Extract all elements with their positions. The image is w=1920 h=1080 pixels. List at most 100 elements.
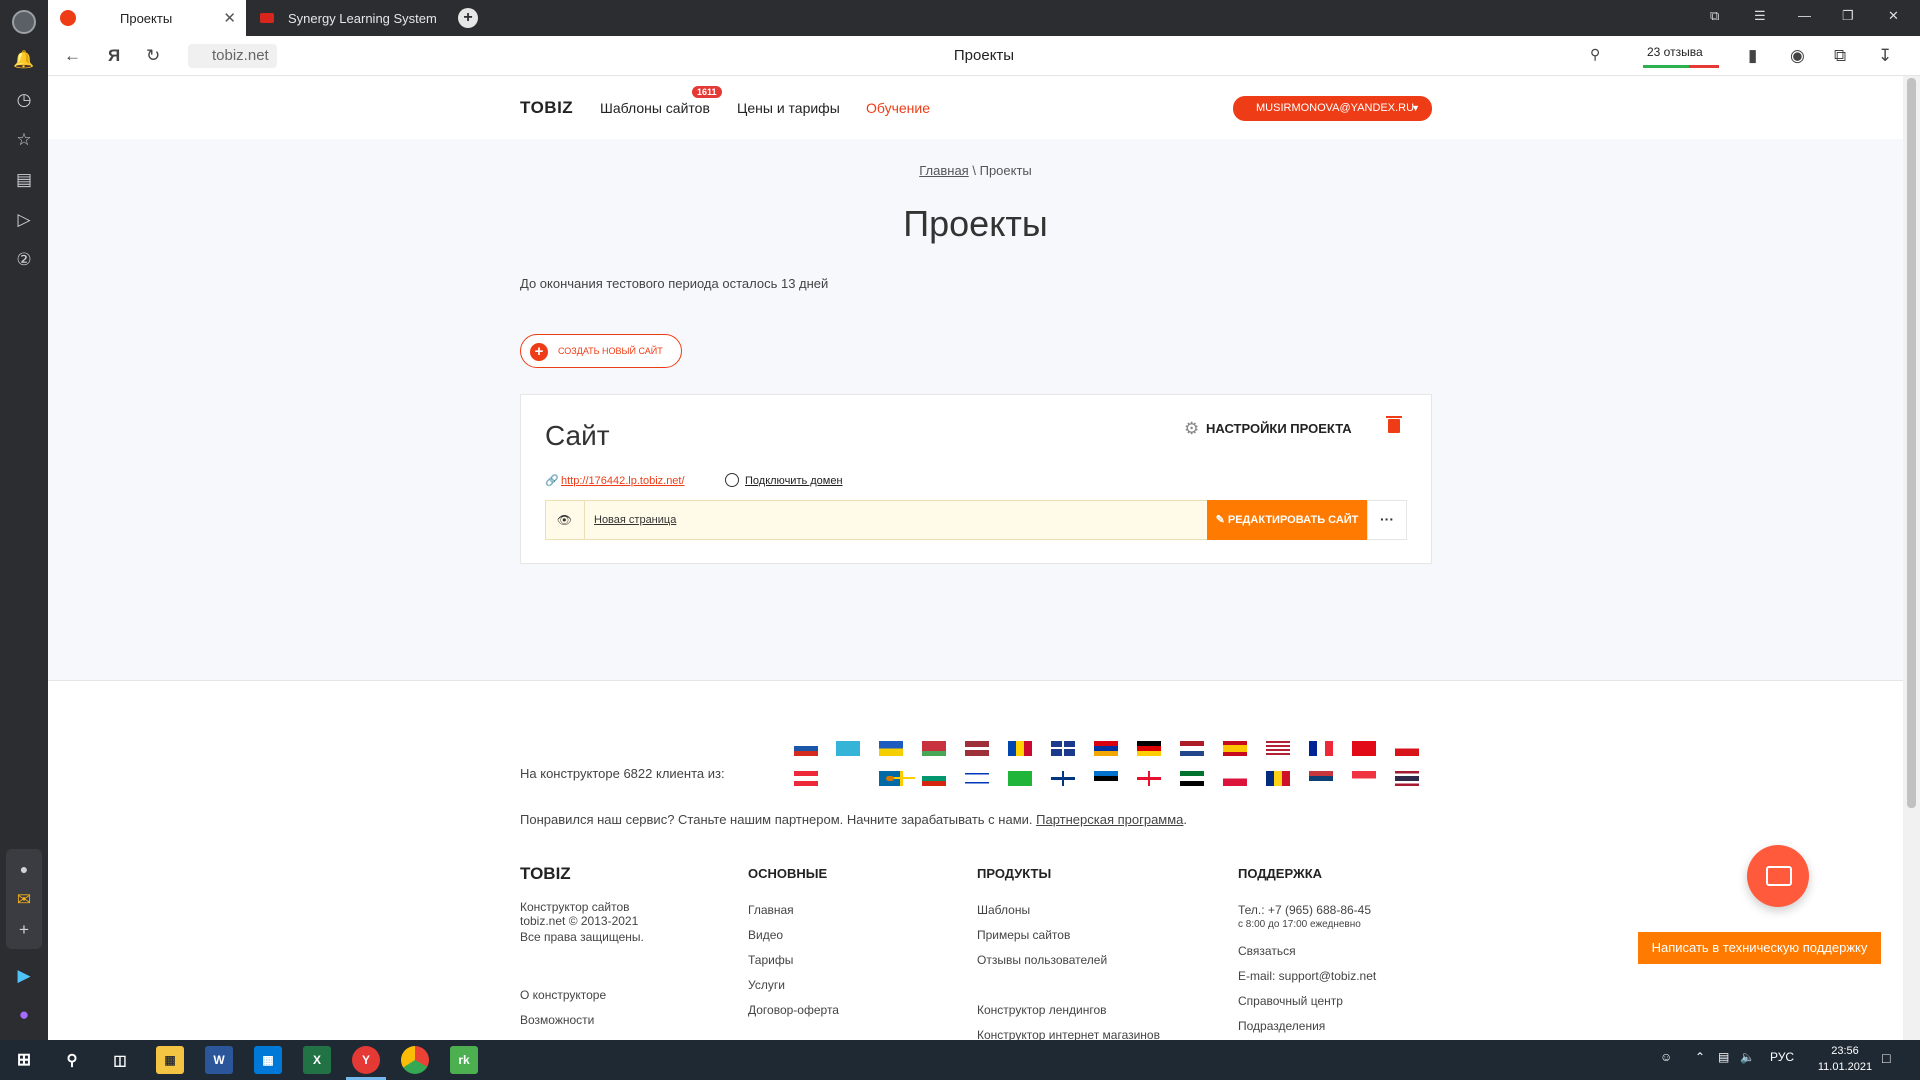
people-icon[interactable]: ☺ xyxy=(1660,1050,1672,1064)
footer-main-link[interactable]: Услуги xyxy=(748,978,785,992)
windows-start-icon[interactable]: ⊞ xyxy=(10,1046,38,1074)
reviews-badge[interactable]: 23 отзыва xyxy=(1643,44,1719,68)
volume-icon[interactable]: 🔈 xyxy=(1740,1050,1755,1064)
flag-armenia-icon xyxy=(1094,741,1118,756)
notifications-icon[interactable]: □ xyxy=(1882,1050,1890,1066)
add-app-icon[interactable]: + xyxy=(12,918,36,942)
footer-support-title: ПОДДЕРЖКА xyxy=(1238,866,1323,881)
browser-sidebar: 🔔 ◷ ☆ ▤ ▷ ② ● ✉ + ▶ ● xyxy=(0,0,48,1040)
flag-spain-icon xyxy=(1223,741,1247,756)
task-view-icon[interactable]: ◫ xyxy=(106,1046,134,1074)
counter-icon[interactable]: ② xyxy=(12,248,36,272)
bell-icon[interactable]: 🔔 xyxy=(12,48,36,72)
chrome-icon[interactable] xyxy=(401,1046,429,1074)
footer-email[interactable]: E-mail: support@tobiz.net xyxy=(1238,969,1376,983)
mail-icon[interactable]: ✉ xyxy=(12,888,36,912)
edit-site-button[interactable]: ✎ РЕДАКТИРОВАТЬ САЙТ xyxy=(1207,500,1367,540)
language-indicator[interactable]: РУС xyxy=(1770,1050,1794,1064)
user-menu-button[interactable]: MUSIRMONOVA@YANDEX.RU ▼ xyxy=(1233,96,1432,121)
gear-icon[interactable]: ⚙ xyxy=(1184,419,1199,439)
connect-domain-link[interactable]: Подключить домен xyxy=(745,475,843,487)
partner-program-link[interactable]: Партнерская программа xyxy=(1036,812,1183,827)
star-icon[interactable]: ☆ xyxy=(12,128,36,152)
collections-icon[interactable]: ▤ xyxy=(12,168,36,192)
yandex-browser-icon[interactable]: Y xyxy=(352,1046,380,1074)
rk-app-icon[interactable]: rk xyxy=(450,1046,478,1074)
create-site-label: СОЗДАТЬ НОВЫЙ САЙТ xyxy=(558,346,663,356)
partner-text-line: Понравился наш сервис? Станьте нашим пар… xyxy=(520,812,1187,827)
footer-divisions-link[interactable]: Подразделения xyxy=(1238,1019,1325,1033)
footer-main-link[interactable]: Главная xyxy=(748,903,794,917)
site-url-link[interactable]: http://176442.lp.tobiz.net/ xyxy=(561,475,685,487)
chat-widget-icon[interactable] xyxy=(1747,845,1809,907)
project-settings-button[interactable]: НАСТРОЙКИ ПРОЕКТА xyxy=(1206,421,1352,436)
scrollbar-thumb[interactable] xyxy=(1907,78,1916,808)
breadcrumb-home[interactable]: Главная xyxy=(919,163,968,178)
more-options-button[interactable]: ··· xyxy=(1367,500,1407,540)
site-logo[interactable]: TOBIZ xyxy=(520,98,573,118)
alice-icon[interactable]: ● xyxy=(12,1003,36,1027)
bookmark-icon[interactable]: ▮ xyxy=(1748,46,1757,66)
search-taskbar-icon[interactable]: ⚲ xyxy=(58,1046,86,1074)
trash-icon[interactable] xyxy=(1386,416,1402,433)
word-icon[interactable]: W xyxy=(205,1046,233,1074)
footer-main-link[interactable]: Договор-оферта xyxy=(748,1003,839,1017)
extension-icon[interactable]: ◉ xyxy=(1790,46,1805,66)
support-button[interactable]: Написать в техническую поддержку xyxy=(1638,932,1881,964)
bookmarks-icon[interactable]: ⧉ xyxy=(1710,8,1719,24)
system-clock[interactable]: 23:56 11.01.2021 xyxy=(1810,1043,1880,1075)
footer-about-line: Конструктор сайтов xyxy=(520,900,630,914)
footer-contact-link[interactable]: Связаться xyxy=(1238,944,1296,958)
excel-icon[interactable]: X xyxy=(303,1046,331,1074)
network-icon[interactable]: ▤ xyxy=(1718,1050,1729,1064)
nav-pricing[interactable]: Цены и тарифы xyxy=(737,100,840,116)
footer-main-link[interactable]: Видео xyxy=(748,928,783,942)
clock-date: 11.01.2021 xyxy=(1817,1061,1873,1073)
flag-belarus-icon xyxy=(922,741,946,756)
uk-cross-v xyxy=(1062,741,1064,756)
download-icon[interactable]: ↧ xyxy=(1878,46,1892,66)
play-icon[interactable]: ▷ xyxy=(12,208,36,232)
nav-templates[interactable]: Шаблоны сайтов xyxy=(600,100,710,116)
create-site-button[interactable]: + СОЗДАТЬ НОВЫЙ САЙТ xyxy=(520,334,682,368)
nav-learning[interactable]: Обучение xyxy=(866,100,930,116)
footer-help-center-link[interactable]: Справочный центр xyxy=(1238,994,1343,1008)
footer-divider xyxy=(48,680,1903,681)
footer-features-link[interactable]: Возможности xyxy=(520,1013,594,1027)
profile-avatar[interactable] xyxy=(12,10,36,34)
downloads-panel-icon[interactable]: ⧉ xyxy=(1834,46,1846,66)
footer-products-link[interactable]: Конструктор интернет магазинов xyxy=(977,1028,1160,1040)
history-icon[interactable]: ◷ xyxy=(12,88,36,112)
eye-icon[interactable]: 👁 xyxy=(545,500,585,540)
footer-main-link[interactable]: Тарифы xyxy=(748,953,793,967)
footer-products-link[interactable]: Примеры сайтов xyxy=(977,928,1070,942)
store-icon[interactable]: ▦ xyxy=(254,1046,282,1074)
footer-products-link[interactable]: Отзывы пользователей xyxy=(977,953,1107,967)
flag-romania-icon xyxy=(1266,771,1290,786)
reviews-label: 23 отзыва xyxy=(1647,45,1703,59)
close-window-icon[interactable]: ✕ xyxy=(1888,8,1899,24)
minimize-icon[interactable]: — xyxy=(1798,8,1811,23)
search-icon[interactable]: ⚲ xyxy=(1590,46,1600,63)
new-tab-button[interactable]: + xyxy=(458,8,478,28)
tab-synergy[interactable]: Synergy Learning System xyxy=(248,0,448,36)
menu-icon[interactable]: ☰ xyxy=(1754,8,1766,24)
site-header xyxy=(48,76,1903,139)
partner-text: Понравился наш сервис? Станьте нашим пар… xyxy=(520,812,1033,827)
tray-chevron-icon[interactable]: ⌃ xyxy=(1695,1050,1705,1064)
flag-serbia-icon xyxy=(1309,771,1333,786)
footer-products-link[interactable]: Конструктор лендингов xyxy=(977,1003,1107,1017)
footer-about-link[interactable]: О конструкторе xyxy=(520,988,606,1002)
close-tab-icon[interactable]: ✕ xyxy=(223,9,236,27)
flag-russia-icon xyxy=(794,741,818,756)
messenger-icon[interactable]: ▶ xyxy=(12,964,36,988)
page-title-label: Проекты xyxy=(953,47,1015,64)
flag-singapore-icon xyxy=(1352,771,1376,786)
partner-period: . xyxy=(1183,812,1188,827)
footer-products-link[interactable]: Шаблоны xyxy=(977,903,1030,917)
file-explorer-icon[interactable]: ▦ xyxy=(156,1046,184,1074)
restore-icon[interactable]: ❐ xyxy=(1842,8,1854,24)
record-icon[interactable]: ● xyxy=(12,857,36,881)
tab-projects[interactable]: Проекты ✕ xyxy=(48,0,246,36)
page-name-link[interactable]: Новая страница xyxy=(594,514,676,526)
